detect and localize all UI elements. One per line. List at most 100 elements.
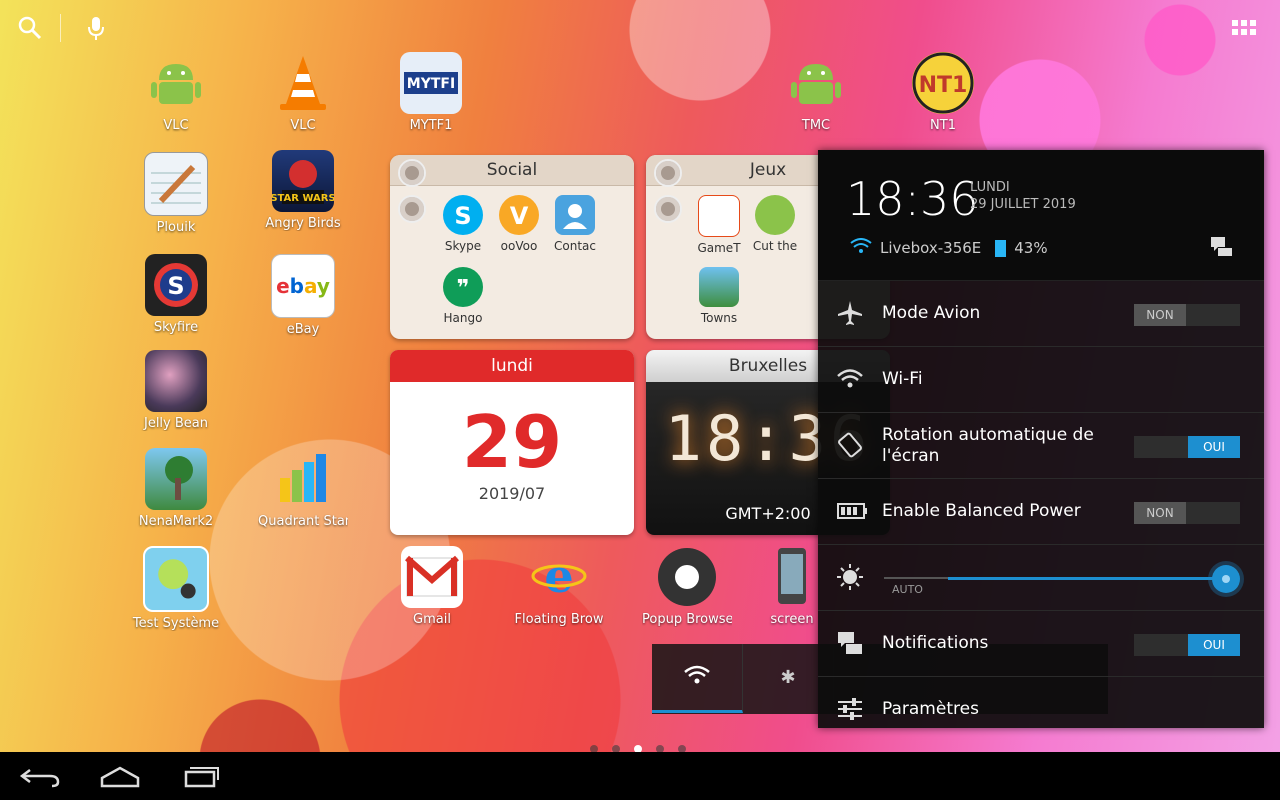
notepad-icon: [144, 152, 208, 216]
folder-app-gametwo[interactable]: GameT: [688, 195, 750, 255]
settings-sliders-icon: [836, 695, 864, 723]
svg-text:STAR WARS: STAR WARS: [272, 193, 334, 204]
brightness-thumb[interactable]: [1212, 565, 1240, 593]
app-vlc[interactable]: VLC: [258, 52, 348, 133]
setting-wifi[interactable]: Wi-Fi: [818, 347, 1264, 413]
folder-app-towns[interactable]: Towns: [688, 267, 750, 325]
calendar-widget[interactable]: lundi 29 2019/07: [390, 350, 634, 535]
game-icon: [698, 195, 740, 237]
notifications-switch[interactable]: OUI: [1134, 634, 1240, 656]
app-mytf1[interactable]: MYTFI MYTF1: [386, 52, 476, 133]
quadrant-icon: [272, 448, 334, 510]
app-angry-birds[interactable]: STAR WARS Angry Birds: [258, 150, 348, 231]
folder-app-skype[interactable]: S Skype: [432, 195, 494, 253]
phone-icon: [772, 546, 812, 608]
folder-app-hangouts[interactable]: ❞ Hango: [432, 267, 494, 325]
skype-icon: S: [443, 195, 483, 235]
app-label: Test Système: [132, 616, 220, 631]
wifi-network-name: Livebox-356E: [880, 239, 982, 257]
recent-apps-icon[interactable]: [172, 760, 232, 792]
folder-app-label: Towns: [700, 311, 738, 325]
brightness-icon: [836, 563, 864, 591]
brightness-auto-label[interactable]: AUTO: [892, 583, 923, 596]
pin-icon: [654, 159, 682, 187]
app-quadrant[interactable]: Quadrant Stan: [258, 448, 348, 529]
folder-app-oovoo[interactable]: V ooVoo: [488, 195, 550, 253]
calendar-day: 29: [461, 400, 563, 484]
svg-text:e: e: [544, 549, 573, 603]
calendar-weekday: lundi: [390, 350, 634, 382]
folder-app-cut-the-rope[interactable]: Cut the: [744, 195, 806, 253]
app-screen[interactable]: screen: [762, 546, 822, 627]
notifications-icon: [836, 629, 864, 657]
battery-icon: [995, 239, 1007, 257]
bluetooth-icon: ✱: [780, 666, 796, 688]
setting-notifications[interactable]: Notifications OUI: [818, 611, 1264, 677]
pin-icon: [398, 159, 426, 187]
folder-app-label: ooVoo: [500, 239, 538, 253]
svg-text:MYTFI: MYTFI: [407, 76, 455, 92]
auto-rotate-switch[interactable]: OUI: [1134, 436, 1240, 458]
brightness-slider[interactable]: [948, 577, 1228, 580]
folder-app-label: Skype: [444, 239, 482, 253]
folder-app-label: Hango: [443, 311, 483, 325]
folder-app-contacts[interactable]: Contac: [544, 195, 606, 253]
panel-time: 18:36: [846, 172, 979, 226]
pin-icon: [654, 195, 682, 223]
setting-balanced-power[interactable]: Enable Balanced Power NON: [818, 479, 1264, 545]
setting-parametres[interactable]: Paramètres: [818, 677, 1264, 742]
app-vlc-android[interactable]: VLC: [131, 52, 221, 133]
home-icon[interactable]: [90, 760, 150, 792]
app-label: NenaMark2: [138, 514, 214, 529]
svg-text:ebay: ebay: [276, 274, 330, 298]
folder-app-label: Contac: [554, 239, 596, 253]
app-floating-browser[interactable]: e Floating Brow: [514, 546, 604, 627]
airplane-icon: [836, 299, 864, 327]
skyfire-icon: S: [145, 254, 207, 316]
app-label: Quadrant Stan: [258, 514, 348, 529]
gmail-icon: [401, 546, 463, 608]
app-gmail[interactable]: Gmail: [387, 546, 477, 627]
app-label: TMC: [801, 118, 831, 133]
app-test-systeme[interactable]: Test Système: [131, 546, 221, 631]
app-skyfire[interactable]: S Skyfire: [131, 254, 221, 335]
setting-label: Enable Balanced Power: [882, 501, 1081, 521]
microphone-icon[interactable]: [82, 14, 110, 42]
brightness-track: [884, 577, 948, 579]
app-nt1[interactable]: NT1 NT1: [898, 52, 988, 133]
navigation-bar: [0, 752, 1280, 800]
network-status: Livebox-356E 43%: [850, 238, 1048, 258]
setting-airplane-mode[interactable]: Mode Avion NON: [818, 281, 1264, 347]
app-nenamark[interactable]: NenaMark2: [131, 448, 221, 529]
vlc-cone-icon: [272, 52, 334, 114]
notification-shade-toggle-icon[interactable]: [1210, 236, 1234, 262]
wifi-toggle[interactable]: [652, 644, 743, 713]
battery-icon: [836, 497, 867, 525]
airplane-mode-switch[interactable]: NON: [1134, 304, 1240, 326]
nt1-icon: NT1: [912, 52, 974, 114]
balanced-power-switch[interactable]: NON: [1134, 502, 1240, 524]
popup-browser-icon: [656, 546, 718, 608]
all-apps-grid-icon[interactable]: [1230, 14, 1258, 42]
app-ebay[interactable]: ebay eBay: [258, 254, 348, 337]
setting-auto-rotate[interactable]: Rotation automatique de l'écran OUI: [818, 413, 1264, 479]
app-plouik[interactable]: Plouik: [131, 152, 221, 235]
svg-text:NT1: NT1: [919, 73, 968, 98]
folder-social[interactable]: Social S Skype V ooVoo Contac ❞ Hango: [390, 155, 634, 339]
switch-state: NON: [1134, 304, 1186, 326]
app-label: Angry Birds: [265, 216, 341, 231]
switch-state: NON: [1134, 502, 1186, 524]
notification-panel: 18:36 LUNDI 29 JUILLET 2019 Livebox-356E…: [818, 150, 1264, 728]
back-icon[interactable]: [12, 760, 72, 792]
folder-title: Social: [390, 155, 634, 186]
setting-brightness[interactable]: AUTO: [818, 545, 1264, 611]
android-icon: [785, 52, 847, 114]
search-icon[interactable]: [16, 14, 44, 42]
app-label: Jelly Bean: [143, 416, 208, 431]
setting-label: Rotation automatique de l'écran: [882, 424, 1094, 466]
app-jelly-bean[interactable]: Jelly Bean: [131, 350, 221, 431]
mytf1-icon: MYTFI: [400, 52, 462, 114]
app-tmc[interactable]: TMC: [771, 52, 861, 133]
battery-percent: 43%: [1014, 239, 1048, 257]
app-popup-browser[interactable]: Popup Browse: [642, 546, 732, 627]
